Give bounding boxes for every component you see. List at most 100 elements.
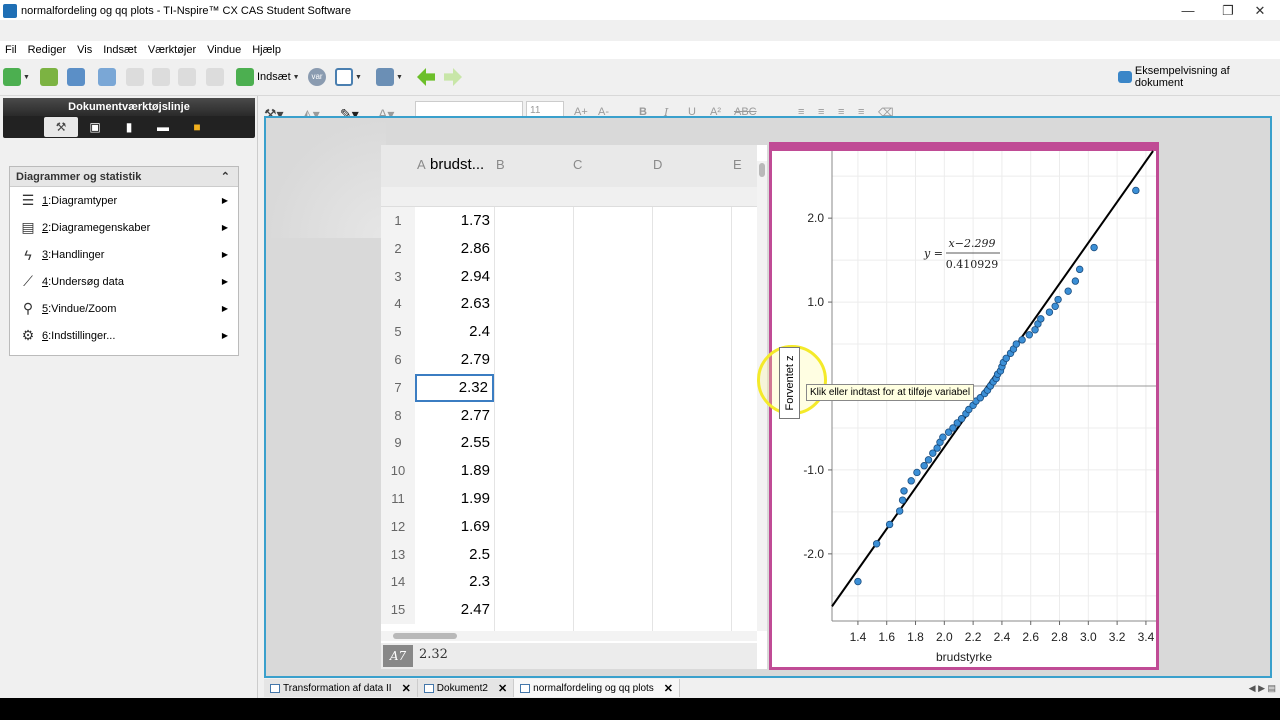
minimize-button[interactable]: — (1168, 0, 1208, 21)
insert-button[interactable]: Indsæt ▼ (236, 67, 300, 87)
back-button[interactable] (417, 67, 435, 87)
table-cell[interactable]: 1.99 (415, 485, 494, 513)
tools-menu-header[interactable]: Diagrammer og statistik ⌃ (10, 167, 238, 187)
row-number[interactable]: 6 (381, 346, 415, 374)
table-cell[interactable]: 2.47 (415, 596, 494, 624)
qq-plot[interactable]: 1.4 1.6 1.8 2.0 2.2 2.4 2.6 2.8 3.0 3.2 3.4 2.0 1.0 -… (772, 145, 1156, 667)
cut-button[interactable] (152, 67, 170, 87)
data-point[interactable] (1012, 340, 1021, 348)
doc-tab-normalfordeling[interactable]: normalfordeling og qq plots ✕ (514, 679, 681, 697)
table-cell[interactable]: 2.4 (415, 318, 494, 346)
row-number[interactable]: 15 (381, 596, 415, 625)
lists-spreadsheet[interactable]: A brudst... B C D E = 11.7322.8632.9442.… (381, 145, 767, 669)
undo-button[interactable] (98, 67, 116, 87)
data-point[interactable] (1051, 302, 1059, 310)
data-point[interactable] (900, 487, 908, 495)
row-number[interactable]: 11 (381, 485, 415, 513)
menu-item-handlinger[interactable]: ϟ 3:Handlinger ▶ (10, 241, 238, 268)
data-point[interactable] (1071, 277, 1080, 285)
page-sorter-tab[interactable]: ▣ (78, 117, 112, 137)
data-point[interactable] (1090, 243, 1098, 252)
row-number[interactable]: 3 (381, 262, 415, 291)
table-cell[interactable]: 2.5 (415, 541, 494, 569)
data-point[interactable] (920, 462, 928, 470)
table-cell[interactable]: 2.3 (415, 568, 494, 596)
utilities-tab[interactable]: ▬ (146, 117, 180, 137)
forward-button[interactable] (444, 67, 462, 87)
column-c-letter[interactable]: C (573, 157, 582, 172)
table-cell[interactable]: 2.86 (415, 235, 494, 263)
data-point[interactable] (885, 520, 894, 529)
table-cell[interactable]: 2.94 (415, 263, 494, 291)
data-point[interactable] (854, 577, 862, 586)
menu-vaerktoejer[interactable]: Værktøjer (148, 44, 196, 56)
data-point[interactable] (939, 433, 947, 441)
column-a-name[interactable]: brudst... (430, 156, 484, 173)
menu-rediger[interactable]: Rediger (28, 44, 67, 56)
data-point[interactable] (1075, 265, 1084, 274)
menu-item-diagramtyper[interactable]: ☰ 1:Diagramtyper ▶ (10, 187, 238, 214)
menu-item-indstillinger[interactable]: ⚙ 6:Indstillinger... ▶ (10, 322, 238, 349)
table-cell[interactable]: 2.63 (415, 290, 494, 318)
menu-indsaet[interactable]: Indsæt (103, 44, 137, 56)
row-number[interactable]: 10 (381, 457, 415, 486)
doc-tab-dokument2[interactable]: Dokument2 ✕ (417, 679, 515, 697)
page-layout-button[interactable]: ▼ (335, 67, 362, 87)
row-number[interactable]: 13 (381, 540, 415, 569)
data-point[interactable] (1064, 287, 1072, 295)
column-b-letter[interactable]: B (496, 157, 505, 172)
menu-item-diagramegenskaber[interactable]: ▤ 2:Diagramegenskaber ▶ (10, 214, 238, 241)
data-point[interactable] (1045, 308, 1054, 316)
formula-row[interactable] (381, 187, 757, 207)
close-button[interactable]: ✕ (1240, 0, 1280, 21)
data-point[interactable] (1025, 331, 1033, 339)
save-button[interactable] (67, 67, 85, 87)
data-point[interactable] (872, 540, 881, 548)
paste-button[interactable] (206, 67, 224, 87)
entry-line[interactable]: A7 2.32 (381, 643, 757, 669)
menu-hjaelp[interactable]: Hjælp (252, 44, 281, 56)
row-number[interactable]: 5 (381, 318, 415, 347)
doc-tab-transformation[interactable]: Transformation af data II ✕ (264, 679, 418, 697)
row-number[interactable]: 14 (381, 568, 415, 597)
data-point[interactable] (1132, 186, 1140, 195)
close-tab-icon[interactable]: ✕ (498, 682, 507, 695)
row-number[interactable]: 12 (381, 512, 415, 541)
data-point[interactable] (1018, 336, 1026, 344)
variables-button[interactable]: var (308, 67, 326, 87)
table-cell[interactable]: 1.69 (415, 513, 494, 541)
data-point[interactable] (1054, 295, 1062, 304)
column-d-letter[interactable]: D (653, 157, 662, 172)
row-number[interactable]: 9 (381, 429, 415, 458)
table-cell[interactable]: 1.73 (415, 207, 494, 235)
content-explorer-tab[interactable]: ■ (180, 117, 214, 137)
data-point[interactable] (907, 477, 915, 485)
table-cell[interactable]: 2.32 (415, 373, 494, 402)
data-point[interactable] (898, 496, 907, 504)
close-tab-icon[interactable]: ✕ (402, 682, 411, 695)
entry-value[interactable]: 2.32 (419, 647, 448, 662)
tab-scroll-arrows-icon[interactable]: ◀ ▶ ▤ (1249, 683, 1276, 694)
y-axis-label-box[interactable]: Forventet z (779, 347, 800, 419)
screenshot-button[interactable]: ▼ (376, 67, 403, 87)
redo-button[interactable] (126, 67, 144, 87)
data-point[interactable] (913, 468, 921, 477)
menu-fil[interactable]: Fil (5, 44, 17, 56)
data-plot-panel[interactable]: 1.4 1.6 1.8 2.0 2.2 2.4 2.6 2.8 3.0 3.2 3.4 2.0 1.0 -… (769, 142, 1159, 670)
menu-vis[interactable]: Vis (77, 44, 92, 56)
tools-tab[interactable]: ⚒ (44, 117, 78, 137)
row-number[interactable]: 7 (381, 373, 415, 402)
data-point[interactable] (924, 456, 933, 464)
menu-vindue[interactable]: Vindue (207, 44, 241, 56)
row-number[interactable]: 2 (381, 234, 415, 263)
column-a-letter[interactable]: A (417, 157, 426, 172)
table-cell[interactable]: 2.55 (415, 429, 494, 457)
table-cell[interactable]: 2.77 (415, 402, 494, 430)
row-number[interactable]: 4 (381, 290, 415, 319)
scroll-thumb[interactable] (759, 163, 765, 177)
open-button[interactable] (40, 67, 58, 87)
table-cell[interactable]: 1.89 (415, 457, 494, 485)
menu-item-vindue-zoom[interactable]: ⚲ 5:Vindue/Zoom ▶ (10, 295, 238, 322)
data-point[interactable] (1037, 315, 1045, 323)
menu-item-undersoeg-data[interactable]: ⟋ 4:Undersøg data ▶ (10, 268, 238, 295)
